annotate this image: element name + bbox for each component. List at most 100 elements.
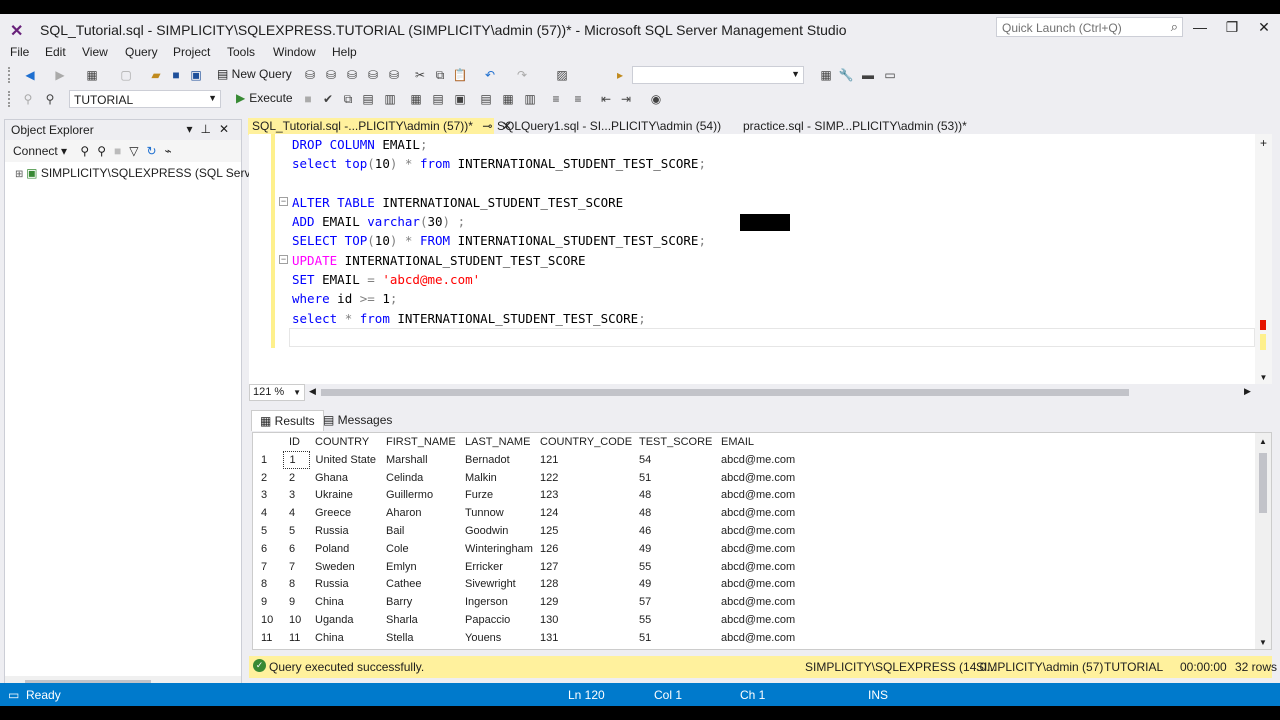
table-cell[interactable]: United State	[309, 451, 380, 469]
column-header[interactable]: EMAIL	[715, 433, 796, 451]
table-cell[interactable]: 57	[633, 593, 715, 611]
table-row[interactable]: 5 5 Russia Bail Goodwin 125 46 abcd@me.com	[253, 522, 795, 540]
table-cell[interactable]: Uganda	[309, 611, 380, 629]
table-cell[interactable]: Sivewright	[459, 576, 534, 594]
table-cell[interactable]: Winteringham	[459, 540, 534, 558]
table-cell[interactable]: Ingerson	[459, 593, 534, 611]
table-cell[interactable]: Ghana	[309, 469, 380, 487]
cancel-query-icon[interactable]: ■	[300, 91, 316, 107]
collapse-icon[interactable]: −	[279, 197, 288, 206]
table-cell[interactable]: 2	[283, 469, 309, 487]
menu-tools[interactable]: Tools	[227, 45, 255, 59]
filter-icon[interactable]: ▽	[129, 144, 146, 158]
zoom-select[interactable]: 121 % ▼	[249, 384, 305, 401]
table-cell[interactable]: 51	[633, 629, 715, 647]
query-designer-icon[interactable]: ▤	[360, 91, 376, 107]
undo-icon[interactable]: ↶	[482, 67, 498, 83]
dropdown-icon[interactable]: ▾	[186, 122, 200, 136]
column-header[interactable]: COUNTRY_CODE	[534, 433, 633, 451]
table-cell[interactable]: Tunnow	[459, 504, 534, 522]
cut-icon[interactable]: ✂	[412, 67, 428, 83]
tab-sqlquery1[interactable]: SQLQuery1.sql - SI...PLICITY\admin (54))	[493, 118, 725, 135]
table-cell[interactable]: 4	[283, 504, 309, 522]
close-button[interactable]: ✕	[1254, 19, 1274, 37]
editor-vertical-scrollbar[interactable]: + ▼	[1255, 134, 1272, 384]
table-cell[interactable]: 54	[633, 451, 715, 469]
table-cell[interactable]: Russia	[309, 576, 380, 594]
scroll-left-icon[interactable]: ◀	[309, 386, 316, 397]
new-project-icon[interactable]: ▦	[84, 67, 100, 83]
table-row[interactable]: 9 9 China Barry Ingerson 129 57 abcd@me.com	[253, 593, 795, 611]
dax-query-icon[interactable]: ⛁	[386, 67, 402, 83]
table-cell[interactable]: Ukraine	[309, 487, 380, 505]
client-stats-icon[interactable]: ▦	[408, 91, 424, 107]
table-cell[interactable]: 48	[633, 504, 715, 522]
table-cell[interactable]: Guillermo	[380, 487, 459, 505]
tab-sql-tutorial[interactable]: SQL_Tutorial.sql -...PLICITY\admin (57))…	[248, 118, 512, 135]
connect-db-icon[interactable]: ⚲	[80, 144, 97, 158]
table-cell[interactable]: Russia	[309, 522, 380, 540]
table-cell[interactable]: Malkin	[459, 469, 534, 487]
table-cell[interactable]: 131	[534, 629, 633, 647]
pin-icon[interactable]: ⊥	[200, 122, 218, 136]
menu-query[interactable]: Query	[125, 45, 158, 59]
table-cell[interactable]: 126	[534, 540, 633, 558]
table-cell[interactable]: 51	[633, 469, 715, 487]
table-cell[interactable]: abcd@me.com	[715, 504, 795, 522]
table-cell[interactable]: 122	[534, 469, 633, 487]
properties-icon[interactable]: 🔧	[838, 67, 854, 83]
mdx-query-icon[interactable]: ⛁	[323, 67, 339, 83]
minimize-button[interactable]: —	[1190, 19, 1210, 37]
pin-icon[interactable]: ⊸	[482, 119, 492, 133]
menu-project[interactable]: Project	[173, 45, 210, 59]
table-cell[interactable]: abcd@me.com	[715, 576, 795, 594]
add-item-icon[interactable]: ▢	[118, 67, 134, 83]
table-cell[interactable]: 49	[633, 576, 715, 594]
dmx-query-icon[interactable]: ⛁	[344, 67, 360, 83]
scroll-down-icon[interactable]: ▼	[1255, 638, 1271, 647]
connect-button[interactable]: Connect ▾	[13, 144, 67, 158]
menu-view[interactable]: View	[82, 45, 108, 59]
find-icon[interactable]: ▸	[612, 67, 628, 83]
table-cell[interactable]: 7	[283, 558, 309, 576]
copy-icon[interactable]: ⧉	[432, 67, 448, 83]
database-select[interactable]: TUTORIAL ▼	[69, 90, 221, 108]
table-cell[interactable]: Cole	[380, 540, 459, 558]
table-cell[interactable]: China	[309, 629, 380, 647]
window-layout-icon[interactable]: ▭	[882, 67, 898, 83]
server-node[interactable]: SIMPLICITY\SQLEXPRESS (SQL Server 1	[41, 166, 271, 180]
new-query-button[interactable]: ▤ New Query	[217, 67, 292, 81]
uncomment-icon[interactable]: ≡	[570, 91, 586, 107]
results-file-icon[interactable]: ▣	[452, 91, 468, 107]
execute-button[interactable]: ▶ Execute	[236, 91, 293, 105]
find-combo[interactable]: ▼	[632, 66, 804, 84]
connect-icon[interactable]: ⚲	[20, 91, 36, 107]
toolbar-grip[interactable]	[8, 67, 12, 83]
scrollbar-thumb[interactable]	[1259, 453, 1267, 513]
table-cell[interactable]: Marshall	[380, 451, 459, 469]
table-cell[interactable]: 46	[633, 522, 715, 540]
table-cell[interactable]: 8	[283, 576, 309, 594]
table-cell[interactable]: Cathee	[380, 576, 459, 594]
table-cell[interactable]: 121	[534, 451, 633, 469]
table-cell[interactable]: Stella	[380, 629, 459, 647]
table-row[interactable]: 8 8 Russia Cathee Sivewright 128 49 abcd@me.com	[253, 576, 795, 594]
disconnect-icon[interactable]: ⚲	[97, 144, 114, 158]
table-cell[interactable]: 130	[534, 611, 633, 629]
table-cell[interactable]: 11	[283, 629, 309, 647]
menu-edit[interactable]: Edit	[45, 45, 66, 59]
tab-practice[interactable]: practice.sql - SIMP...PLICITY\admin (53)…	[739, 118, 971, 135]
table-cell[interactable]: 3	[283, 487, 309, 505]
results-to-file-icon[interactable]: ▥	[522, 91, 538, 107]
collapse-icon[interactable]: −	[279, 255, 288, 264]
results-to-text-icon[interactable]: ▤	[478, 91, 494, 107]
table-cell[interactable]: Bail	[380, 522, 459, 540]
close-icon[interactable]: ✕	[219, 122, 237, 136]
table-row[interactable]: 11 11 China Stella Youens 131 51 abcd@me.com	[253, 629, 795, 647]
table-cell[interactable]: Papaccio	[459, 611, 534, 629]
db-query-icon[interactable]: ⛁	[302, 67, 318, 83]
editor-hscroll-thumb[interactable]	[321, 389, 1129, 396]
quick-launch-input[interactable]: Quick Launch (Ctrl+Q) ⌕	[996, 17, 1183, 37]
include-plan-icon[interactable]: ▥	[382, 91, 398, 107]
query-editor[interactable]: − − DROP COLUMN EMAIL; select top(10) * …	[249, 134, 1272, 384]
